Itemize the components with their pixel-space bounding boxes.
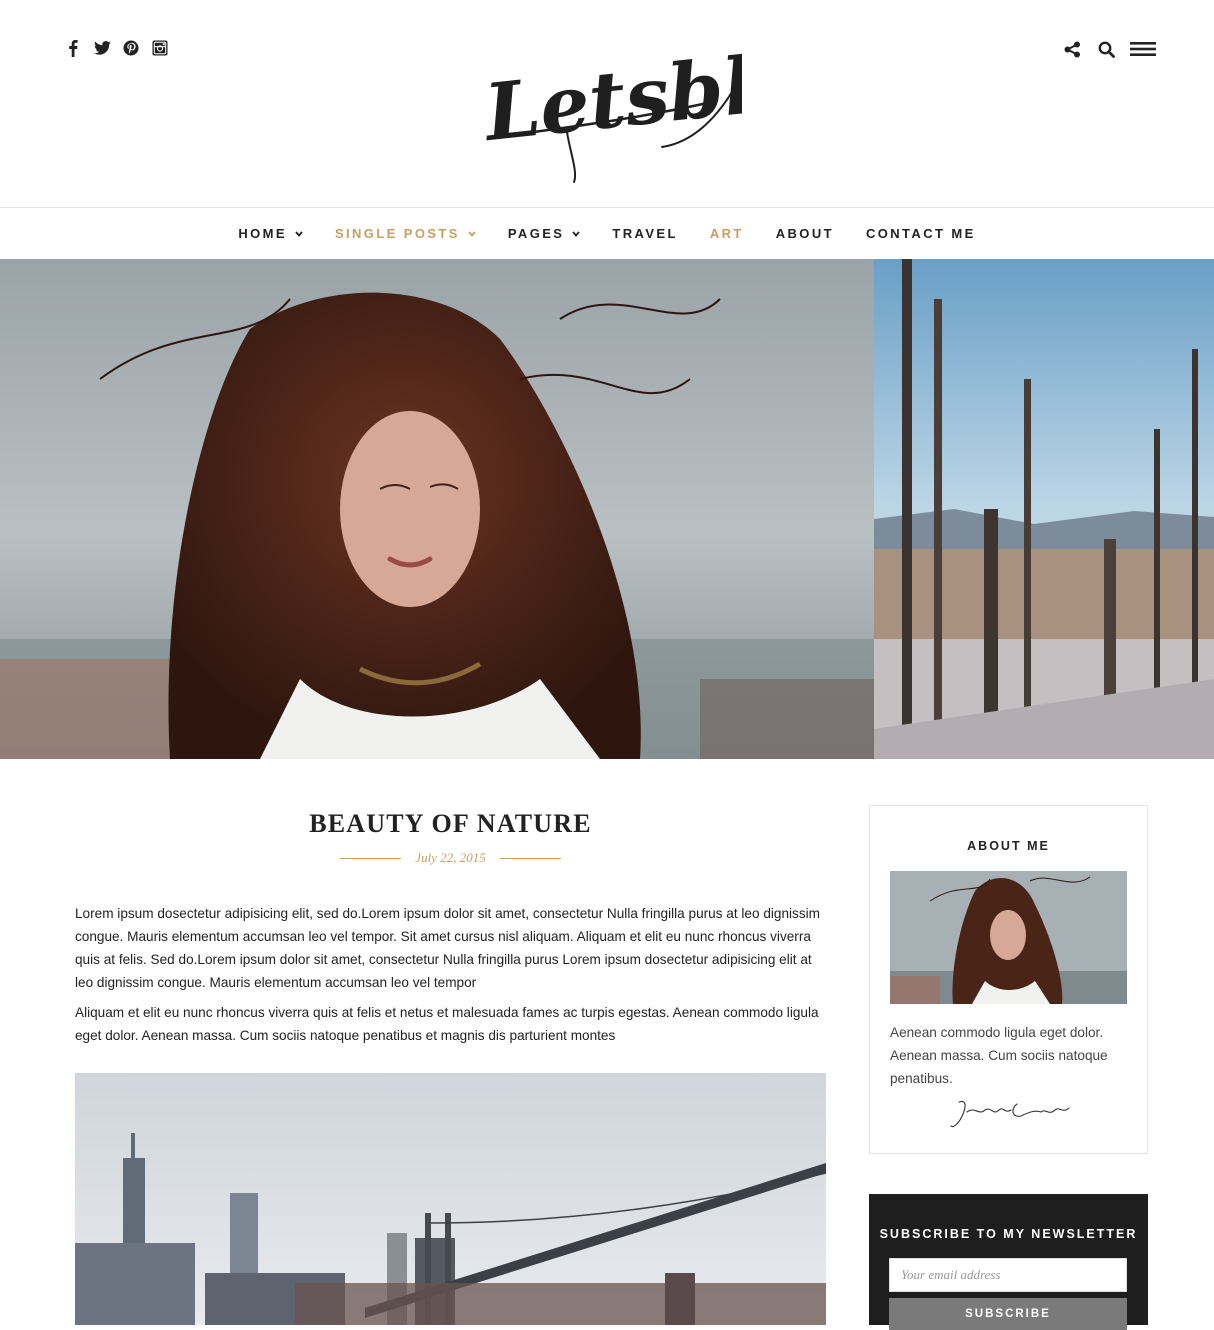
post-paragraph: Aliquam et elit eu nunc rhoncus viverra … (75, 1005, 819, 1043)
nav-item-label: TRAVEL (612, 226, 678, 241)
hero-slider (0, 259, 1214, 759)
nav-item-single-posts[interactable]: SINGLE POSTS (335, 226, 476, 241)
post-date[interactable]: July 22, 2015 (415, 850, 485, 866)
main-nav: HOME SINGLE POSTS PAGES TRAVEL ART ABOUT… (0, 207, 1214, 259)
nav-item-pages[interactable]: PAGES (508, 226, 581, 241)
nav-item-contact-me[interactable]: CONTACT ME (866, 226, 976, 241)
hero-image-forest[interactable] (874, 259, 1214, 759)
about-me-photo[interactable] (890, 871, 1127, 1004)
nav-item-label: SINGLE POSTS (334, 226, 460, 241)
email-field[interactable] (889, 1258, 1127, 1292)
subscribe-button[interactable]: SUBSCRIBE (889, 1298, 1127, 1330)
site-logo[interactable]: Letsblog (479, 29, 863, 187)
site-header: Letsblog (0, 0, 1214, 207)
hero-image-woman[interactable] (0, 259, 874, 759)
widget-title: SUBSCRIBE TO MY NEWSLETTER (879, 1227, 1138, 1241)
nav-item-label: CONTACT ME (865, 226, 976, 241)
twitter-icon[interactable] (93, 38, 111, 58)
post-meta: July 22, 2015 (75, 848, 826, 868)
chevron-down-icon (295, 230, 303, 237)
post-paragraph: Lorem ipsum dosectetur adipisicing elit,… (75, 906, 820, 990)
about-me-text: Aenean commodo ligula eget dolor. Aenean… (890, 1025, 1108, 1086)
nav-item-travel[interactable]: TRAVEL (612, 226, 677, 241)
chevron-down-icon (572, 230, 581, 237)
social-links (64, 38, 169, 58)
logo-text: Letsblog (482, 32, 742, 159)
nav-item-label: PAGES (507, 226, 565, 241)
header-tools (1062, 38, 1156, 60)
share-icon[interactable] (1062, 38, 1082, 60)
widget-title: ABOUT ME (967, 839, 1050, 853)
nav-item-label: HOME (238, 226, 287, 241)
nav-item-label: ABOUT (775, 226, 834, 241)
divider (340, 857, 402, 859)
nav-item-art[interactable]: ART (710, 226, 744, 241)
post-body: Lorem ipsum dosectetur adipisicing elit,… (75, 902, 826, 1047)
nav-item-label: ART (709, 226, 744, 241)
newsletter-widget: SUBSCRIBE TO MY NEWSLETTER SUBSCRIBE (869, 1194, 1148, 1330)
nav-item-home[interactable]: HOME (238, 226, 303, 241)
facebook-icon[interactable] (64, 38, 82, 58)
signature (945, 1094, 1075, 1134)
about-me-widget: ABOUT ME Aenean commodo ligula eget dolo… (869, 805, 1148, 1154)
nav-item-about[interactable]: ABOUT (776, 226, 834, 241)
search-icon[interactable] (1096, 38, 1116, 60)
divider (499, 857, 561, 859)
post-title[interactable]: BEAUTY OF NATURE (75, 806, 826, 842)
chevron-down-icon (468, 230, 476, 237)
pinterest-icon[interactable] (122, 38, 140, 58)
post-image-bridge[interactable] (75, 1073, 826, 1325)
instagram-icon[interactable] (151, 38, 169, 58)
menu-icon[interactable] (1130, 38, 1156, 60)
blog-post: BEAUTY OF NATURE July 22, 2015 Lorem ips… (75, 806, 826, 1054)
